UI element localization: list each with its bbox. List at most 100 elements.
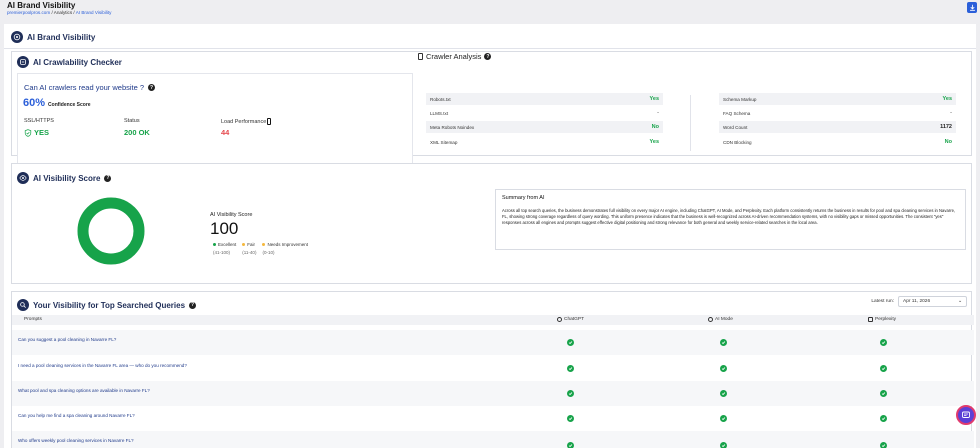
visibility-title: AI Visibility Score	[33, 173, 101, 183]
target-icon	[11, 31, 23, 43]
crawler-icon	[17, 56, 29, 68]
queries-card: Your Visibility for Top Searched Queries…	[11, 291, 974, 448]
prompt-link[interactable]: What pool and spa cleaning options are a…	[18, 387, 178, 394]
mobile-icon	[267, 118, 272, 125]
check-icon	[880, 442, 887, 448]
panel-title: AI Brand Visibility	[27, 32, 96, 42]
crawler-value: No	[651, 124, 659, 130]
check-icon	[567, 390, 574, 397]
check-icon	[720, 365, 727, 372]
score-value: 100	[210, 219, 239, 238]
check-icon	[720, 339, 727, 346]
help-icon[interactable]: ?	[189, 301, 197, 309]
visibility-donut-arc	[77, 197, 145, 265]
ai-summary-box: Summary from AI Across all top search qu…	[495, 189, 966, 250]
check-icon	[567, 365, 574, 372]
confidence-label: Confidence Score	[48, 102, 91, 108]
ssl-value: YES	[24, 128, 49, 137]
prompt-link[interactable]: Who offers weekly pool cleaning services…	[18, 437, 178, 444]
search-icon	[17, 299, 29, 311]
crawler-analysis-divider	[690, 95, 691, 151]
legend-needs-improvement: Needs Improvement (0-10)	[262, 242, 308, 255]
breadcrumb: premierpoolpros.com / Analytics / AI Bra…	[7, 10, 112, 15]
top-bar: AI Brand Visibility premierpoolpros.com …	[0, 0, 980, 23]
visibility-header: AI Visibility Score ?	[17, 172, 112, 184]
crawlability-title: AI Crawlability Checker	[33, 57, 122, 67]
crawler-value: 1172	[940, 124, 952, 130]
crawler-label: LLMS.txt	[430, 110, 449, 116]
legend-dot	[242, 243, 246, 247]
check-icon	[720, 442, 727, 448]
latest-run-select[interactable]: Apr 11, 2026 ⌄	[898, 296, 967, 307]
crawler-analysis-title: Crawler Analysis	[426, 52, 482, 61]
check-icon	[567, 442, 574, 448]
crawler-label: CDN Blocking	[723, 139, 752, 145]
col-perplexity-label: Perplexity	[875, 317, 897, 322]
crawler-analysis-header: Crawler Analysis ?	[418, 52, 492, 61]
help-icon[interactable]: ?	[148, 84, 156, 91]
table-row: What pool and spa cleaning options are a…	[12, 381, 974, 406]
check-icon	[567, 415, 574, 422]
panel-divider	[4, 48, 976, 49]
latest-run-label: Latest run:	[871, 299, 894, 304]
legend-fair: Fair (11-40)	[242, 242, 256, 255]
crawler-label: FAQ Schema	[723, 110, 751, 116]
crawler-label: Meta Robots Noindex	[430, 124, 475, 130]
chat-icon	[962, 411, 970, 418]
queries-title: Your Visibility for Top Searched Queries	[33, 300, 186, 310]
page-title: AI Brand Visibility	[7, 1, 76, 10]
ai-mode-icon	[708, 317, 713, 322]
crawlability-header: AI Crawlability Checker	[17, 56, 122, 68]
help-icon[interactable]: ?	[484, 53, 492, 60]
crawler-row-faq: FAQ Schema -	[719, 107, 956, 119]
legend-label: Fair	[247, 242, 256, 247]
help-icon[interactable]: ?	[104, 174, 112, 182]
crawler-label: Schema Markup	[723, 96, 757, 102]
crawler-row-noindex: Meta Robots Noindex No	[426, 121, 663, 133]
status-value: 200 OK	[124, 128, 150, 137]
legend-label: Excellent	[218, 242, 237, 247]
legend-range: (0-10)	[262, 250, 275, 255]
download-icon	[969, 4, 975, 11]
queries-header: Your Visibility for Top Searched Queries…	[17, 299, 197, 311]
crawler-value: Yes	[649, 139, 659, 145]
download-button[interactable]	[967, 2, 977, 13]
panel-header: AI Brand Visibility	[11, 30, 95, 44]
status-label: Status	[124, 118, 140, 124]
legend-range: (41-100)	[213, 250, 231, 255]
check-icon	[880, 365, 887, 372]
crawler-label: XML Sitemap	[430, 139, 458, 145]
breadcrumb-site-link[interactable]: premierpoolpros.com	[7, 10, 50, 15]
legend-dot	[262, 243, 266, 247]
eye-icon	[17, 172, 29, 184]
col-perplexity: Perplexity	[868, 317, 896, 322]
legend-dot	[213, 243, 216, 247]
prompt-link[interactable]: Can you suggest a pool cleaning in Navar…	[18, 336, 178, 343]
crawler-value: Yes	[649, 96, 659, 102]
crawler-row-robots: Robots.txt Yes	[426, 93, 663, 105]
latest-run-value: Apr 11, 2026	[903, 299, 931, 304]
ssl-label: SSL/HTTPS	[24, 118, 54, 124]
col-aimode: AI Mode	[708, 317, 733, 322]
prompt-link[interactable]: I need a pool cleaning services in the N…	[18, 362, 198, 369]
col-chatgpt: ChatGPT	[557, 317, 584, 322]
confidence-value: 60%	[23, 97, 46, 109]
breadcrumb-analytics-link[interactable]: Analytics	[54, 10, 72, 15]
load-performance-value: 44	[221, 128, 230, 137]
table-row: Can you suggest a pool cleaning in Navar…	[12, 330, 974, 355]
chatgpt-icon	[557, 317, 562, 322]
legend-label: Needs Improvement	[267, 242, 308, 247]
col-aimode-label: AI Mode	[715, 317, 733, 322]
check-icon	[720, 390, 727, 397]
prompt-link[interactable]: Can you help me find a spa cleaning arou…	[18, 412, 178, 419]
crawler-value: Yes	[942, 96, 952, 102]
col-prompts: Prompts	[24, 317, 42, 322]
load-performance-label: Load Performance	[221, 118, 272, 125]
visibility-donut-chart	[77, 197, 145, 265]
chat-assistant-button[interactable]	[956, 405, 976, 425]
check-icon	[720, 415, 727, 422]
legend-range: (11-40)	[242, 250, 257, 255]
crawler-row-cdn: CDN Blocking No	[719, 136, 956, 148]
check-icon	[880, 339, 887, 346]
ssl-value-text: YES	[34, 128, 50, 137]
